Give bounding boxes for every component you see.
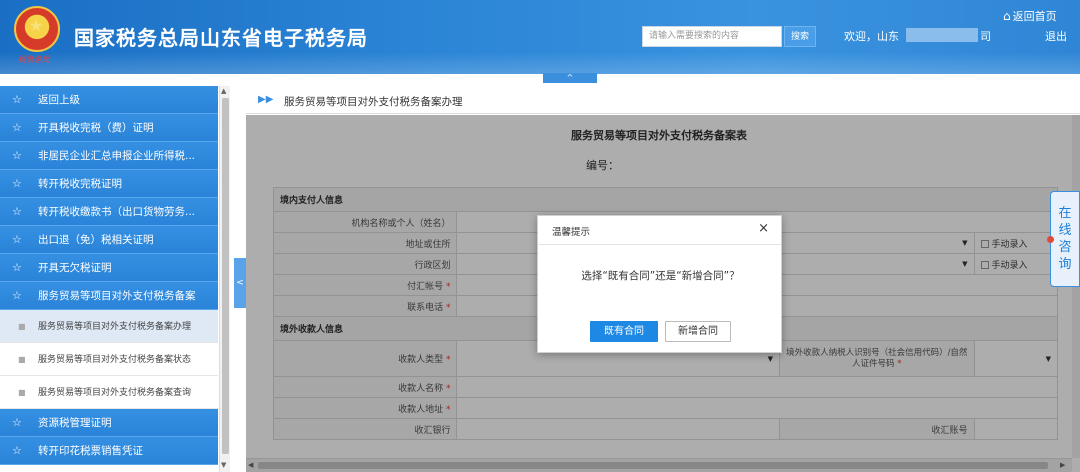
emblem-caption: 税务总局 <box>18 55 50 64</box>
star-icon: ☆ <box>12 289 22 302</box>
double-arrow-icon: ▶▶ <box>258 94 274 105</box>
site-title: 国家税务总局山东省电子税务局 <box>74 26 368 50</box>
notification-dot <box>1047 236 1054 243</box>
sidebar-item-back[interactable]: ☆ 返回上级 <box>0 86 218 114</box>
existing-contract-button[interactable]: 既有合同 <box>590 321 658 342</box>
star-icon: ☆ <box>12 93 22 106</box>
sidebar: ☆ 返回上级 ☆ 开具税收完税（费）证明 ☆ 非居民企业汇总申报企业所得税... ☆ 转… <box>0 86 218 472</box>
sidebar-subitem-filing-handle[interactable]: ■ 服务贸易等项目对外支付税务备案办理 <box>0 310 218 343</box>
scroll-up-icon[interactable]: ▲ <box>221 87 226 95</box>
sidebar-item-stamp-tax-voucher[interactable]: ☆ 转开印花税票销售凭证 <box>0 437 218 465</box>
star-icon: ☆ <box>12 444 22 457</box>
scrollbar-thumb[interactable] <box>222 98 229 454</box>
header-collapse-toggle[interactable]: ^ <box>543 73 597 83</box>
dialog-message: 选择“既有合同”还是“新增合同”？ <box>581 270 740 282</box>
sidebar-item-export-refund-cert[interactable]: ☆ 出口退（免）税相关证明 <box>0 226 218 254</box>
star-icon: ☆ <box>12 261 22 274</box>
star-icon: ☆ <box>12 233 22 246</box>
bullet-icon: ■ <box>18 322 26 331</box>
welcome-text: 欢迎，山东 <box>844 30 899 43</box>
sidebar-collapse-toggle[interactable]: < <box>234 258 246 308</box>
online-consult-widget[interactable]: 在 线 咨 询 <box>1047 191 1080 287</box>
home-link[interactable]: ⌂ 返回首页 <box>1003 8 1057 24</box>
sidebar-scrollbar[interactable]: ▲ ▼ <box>219 86 230 472</box>
bullet-icon: ■ <box>18 388 26 397</box>
home-link-label: 返回首页 <box>1012 10 1057 23</box>
sidebar-item-nonresident-summary[interactable]: ☆ 非居民企业汇总申报企业所得税... <box>0 142 218 170</box>
star-icon: ☆ <box>12 205 22 218</box>
home-icon: ⌂ <box>1003 9 1011 23</box>
star-icon: ☆ <box>12 416 22 429</box>
tax-emblem-logo: ★ <box>14 6 60 52</box>
dialog-header: 温馨提示 × <box>538 216 781 245</box>
logout-link[interactable]: 退出 <box>1045 28 1067 44</box>
sidebar-subitem-filing-status[interactable]: ■ 服务贸易等项目对外支付税务备案状态 <box>0 343 218 376</box>
sidebar-item-service-trade-filing[interactable]: ☆ 服务贸易等项目对外支付税务备案 <box>0 282 218 310</box>
sidebar-item-transfer-tax-cert[interactable]: ☆ 转开税收完税证明 <box>0 170 218 198</box>
search-input[interactable]: 请输入需要搜索的内容 <box>642 26 782 47</box>
sidebar-subitem-filing-query[interactable]: ■ 服务贸易等项目对外支付税务备案查询 <box>0 376 218 409</box>
star-icon: ☆ <box>12 149 22 162</box>
sidebar-item-transfer-payment-book[interactable]: ☆ 转开税收缴款书（出口货物劳务... <box>0 198 218 226</box>
close-icon[interactable]: × <box>758 221 769 236</box>
breadcrumb: ▶▶ 服务贸易等项目对外支付税务备案办理 <box>246 86 1080 114</box>
confirm-dialog: 温馨提示 × 选择“既有合同”还是“新增合同”？ 既有合同 新增合同 <box>537 215 782 353</box>
welcome-suffix: 司 <box>980 30 991 43</box>
sidebar-item-resource-tax-cert[interactable]: ☆ 资源税管理证明 <box>0 409 218 437</box>
star-icon: ☆ <box>12 121 22 134</box>
scroll-down-icon[interactable]: ▼ <box>221 461 226 469</box>
dialog-title: 温馨提示 <box>552 227 591 238</box>
header-banner: ★ 税务总局 国家税务总局山东省电子税务局 请输入需要搜索的内容 搜索 欢迎，山… <box>0 0 1080 74</box>
breadcrumb-title: 服务贸易等项目对外支付税务备案办理 <box>284 96 463 108</box>
sidebar-item-no-arrears-cert[interactable]: ☆ 开具无欠税证明 <box>0 254 218 282</box>
new-contract-button[interactable]: 新增合同 <box>665 321 731 342</box>
sidebar-item-tax-payment-cert[interactable]: ☆ 开具税收完税（费）证明 <box>0 114 218 142</box>
star-icon: ☆ <box>12 177 22 190</box>
bullet-icon: ■ <box>18 355 26 364</box>
search-button[interactable]: 搜索 <box>784 26 816 47</box>
redacted-username <box>906 28 978 42</box>
